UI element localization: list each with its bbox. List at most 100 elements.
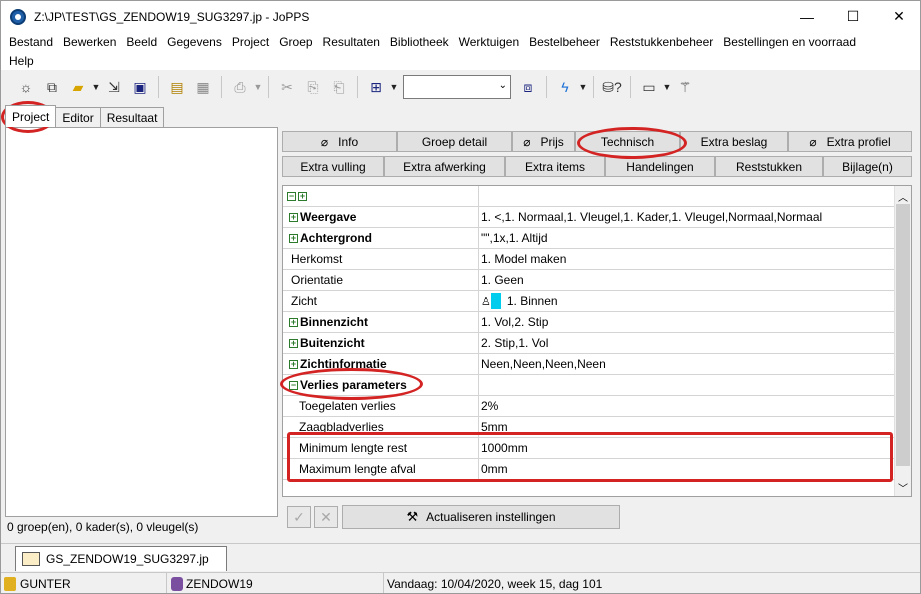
menu-werktuigen[interactable]: Werktuigen: [454, 35, 524, 49]
vertical-scrollbar[interactable]: ︿ ﹀: [894, 186, 911, 496]
lightning-icon[interactable]: ϟ: [554, 76, 576, 98]
menu-bestand[interactable]: Bestand: [4, 35, 58, 49]
expand-all-icon[interactable]: +: [298, 191, 307, 201]
cancel-button[interactable]: ✕: [314, 506, 338, 528]
maximize-button[interactable]: ☐: [830, 1, 876, 32]
table-row[interactable]: + Zichtinformatie Neen,Neen,Neen,Neen: [283, 354, 896, 375]
expand-icon[interactable]: +: [289, 212, 298, 222]
new-icon[interactable]: ☼: [15, 76, 37, 98]
scroll-thumb[interactable]: [896, 204, 910, 466]
handelingen-button[interactable]: Handelingen: [605, 156, 715, 177]
select-icon[interactable]: ⊞: [365, 76, 387, 98]
extra-afwerking-button[interactable]: Extra afwerking: [384, 156, 505, 177]
paste-special-icon[interactable]: ⎗: [328, 76, 350, 98]
reststukken-button[interactable]: Reststukken: [715, 156, 823, 177]
table-row[interactable]: Orientatie 1. Geen: [283, 270, 896, 291]
print-dropdown-icon[interactable]: ▼: [253, 82, 263, 92]
menu-reststukkenbeheer[interactable]: Reststukkenbeheer: [605, 35, 718, 49]
property-value[interactable]: 1. Model maken: [479, 249, 896, 269]
window-icon[interactable]: ⧈: [517, 76, 539, 98]
property-value[interactable]: Neen,Neen,Neen,Neen: [479, 354, 896, 374]
document-tab[interactable]: GS_ZENDOW19_SUG3297.jp: [15, 546, 227, 571]
collapse-icon[interactable]: −: [289, 380, 298, 390]
open-folder-icon[interactable]: ▰: [67, 76, 89, 98]
menu-bewerken[interactable]: Bewerken: [58, 35, 121, 49]
info-button[interactable]: ⌀ Info: [282, 131, 397, 152]
save-icon[interactable]: ▣: [129, 76, 151, 98]
project-tree-panel[interactable]: [5, 127, 278, 517]
menu-resultaten[interactable]: Resultaten: [318, 35, 385, 49]
table-row[interactable]: − Verlies parameters: [283, 375, 896, 396]
property-value[interactable]: 2%: [479, 396, 896, 416]
user-icon: [4, 577, 16, 591]
property-value[interactable]: 1. Geen: [479, 270, 896, 290]
expand-icon[interactable]: +: [289, 233, 298, 243]
groep-detail-button[interactable]: Groep detail: [397, 131, 512, 152]
table-row[interactable]: Zaagbladverlies 5mm: [283, 417, 896, 438]
property-value[interactable]: 1. <,1. Normaal,1. Vleugel,1. Kader,1. V…: [479, 207, 896, 227]
menu-bibliotheek[interactable]: Bibliotheek: [385, 35, 454, 49]
table-row[interactable]: Minimum lengte rest 1000mm: [283, 438, 896, 459]
open-dropdown-icon[interactable]: ▼: [91, 82, 101, 92]
grid-icon[interactable]: ▦: [192, 76, 214, 98]
left-tab-strip: Project Editor Resultaat: [5, 105, 165, 127]
table-row[interactable]: + Buitenzicht 2. Stip,1. Vol: [283, 333, 896, 354]
tab-project[interactable]: Project: [5, 105, 57, 127]
cut-icon[interactable]: ✂: [276, 76, 298, 98]
table-row[interactable]: Maximum lengte afval 0mm: [283, 459, 896, 480]
scroll-up-icon[interactable]: ︿: [898, 189, 908, 204]
expand-icon[interactable]: +: [289, 317, 298, 327]
print-icon[interactable]: ⎙: [229, 76, 251, 98]
expand-icon[interactable]: +: [289, 359, 298, 369]
import-icon[interactable]: ⇲: [103, 76, 125, 98]
close-button[interactable]: ✕: [876, 1, 920, 32]
property-value[interactable]: 0mm: [479, 459, 896, 479]
table-row[interactable]: + Weergave 1. <,1. Normaal,1. Vleugel,1. …: [283, 207, 896, 228]
expand-icon[interactable]: +: [289, 338, 298, 348]
property-name: Binnenzicht: [300, 315, 368, 329]
toolbar-combo[interactable]: ⌄: [403, 75, 511, 99]
table-row[interactable]: + Achtergrond "",1x,1. Altijd: [283, 228, 896, 249]
prijs-button[interactable]: ⌀ Prijs: [512, 131, 575, 152]
layout-icon[interactable]: ▤: [166, 76, 188, 98]
menu-bestelbeheer[interactable]: Bestelbeheer: [524, 35, 605, 49]
table-row[interactable]: Herkomst 1. Model maken: [283, 249, 896, 270]
copy-icon[interactable]: ⧉: [41, 76, 63, 98]
select-dropdown-icon[interactable]: ▼: [389, 82, 399, 92]
extra-profiel-button[interactable]: ⌀ Extra profiel: [788, 131, 912, 152]
extra-items-button[interactable]: Extra items: [505, 156, 605, 177]
table-row[interactable]: Toegelaten verlies 2%: [283, 396, 896, 417]
property-value[interactable]: 2. Stip,1. Vol: [479, 333, 896, 353]
database-help-icon[interactable]: ⛁?: [601, 76, 623, 98]
paste-icon[interactable]: ⎘: [302, 76, 324, 98]
property-value[interactable]: 5mm: [479, 417, 896, 437]
confirm-button[interactable]: ✓: [287, 506, 311, 528]
property-value-cell[interactable]: ♙ 1. Binnen: [479, 291, 896, 311]
extra-beslag-button[interactable]: Extra beslag: [680, 131, 788, 152]
menu-gegevens[interactable]: Gegevens: [162, 35, 227, 49]
update-settings-button[interactable]: ⚒ Actualiseren instellingen: [342, 505, 620, 529]
calendar-dropdown-icon[interactable]: ▼: [662, 82, 672, 92]
tab-resultaat[interactable]: Resultaat: [99, 107, 165, 127]
calendar-icon[interactable]: ▭: [638, 76, 660, 98]
bijlage-button[interactable]: Bijlage(n): [823, 156, 912, 177]
property-value[interactable]: [479, 375, 896, 395]
menu-groep[interactable]: Groep: [274, 35, 317, 49]
property-value[interactable]: 1. Vol,2. Stip: [479, 312, 896, 332]
magic-wand-icon[interactable]: ⚚: [674, 76, 696, 98]
technisch-button[interactable]: Technisch: [575, 131, 680, 152]
table-row[interactable]: Zicht ♙ 1. Binnen: [283, 291, 896, 312]
table-row[interactable]: + Binnenzicht 1. Vol,2. Stip: [283, 312, 896, 333]
minimize-button[interactable]: —: [784, 1, 830, 32]
collapse-all-icon[interactable]: −: [287, 191, 296, 201]
menu-help[interactable]: Help: [4, 54, 39, 68]
property-value[interactable]: "",1x,1. Altijd: [479, 228, 896, 248]
menu-project[interactable]: Project: [227, 35, 274, 49]
tab-editor[interactable]: Editor: [55, 107, 101, 127]
scroll-down-icon[interactable]: ﹀: [898, 480, 908, 495]
extra-vulling-button[interactable]: Extra vulling: [282, 156, 384, 177]
menu-bestellingen-voorraad[interactable]: Bestellingen en voorraad: [718, 35, 861, 49]
property-value[interactable]: 1000mm: [479, 438, 896, 458]
lightning-dropdown-icon[interactable]: ▼: [578, 82, 588, 92]
menu-beeld[interactable]: Beeld: [121, 35, 162, 49]
